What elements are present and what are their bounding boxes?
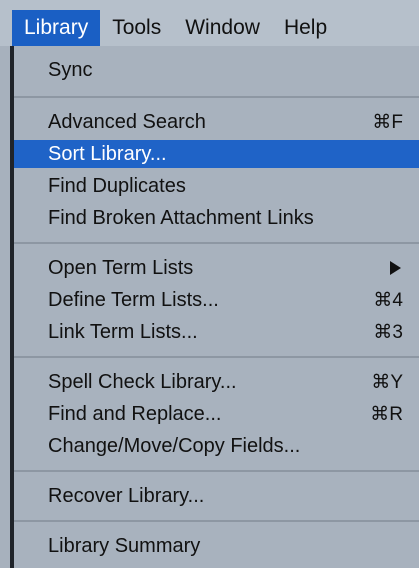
menu-item-open-term-lists[interactable]: Open Term Lists [14, 254, 419, 282]
shortcut-label: ⌘Y [371, 371, 403, 393]
menu-item-label: Spell Check Library... [48, 370, 237, 393]
menu-library[interactable]: Library [12, 10, 101, 46]
menu-tools[interactable]: Tools [100, 10, 173, 46]
menu-item-label: Library Summary [48, 534, 201, 557]
submenu-arrow-icon [390, 261, 401, 275]
menu-item-label: Find Duplicates [48, 174, 186, 197]
menu-separator [14, 520, 419, 522]
menu-separator [14, 470, 419, 472]
menu-item-recover-library[interactable]: Recover Library... [14, 482, 419, 510]
menu-separator [14, 356, 419, 358]
menu-item-label: Open Term Lists [48, 256, 194, 279]
shortcut-label: ⌘R [370, 403, 403, 425]
menu-item-label: Recover Library... [48, 484, 205, 507]
shortcut-label: ⌘3 [373, 321, 403, 343]
menu-item-label: Find Broken Attachment Links [48, 206, 314, 229]
menu-item-define-term-lists[interactable]: Define Term Lists... ⌘4 [14, 286, 419, 314]
menu-item-label: Change/Move/Copy Fields... [48, 434, 301, 457]
menu-item-sync[interactable]: Sync [14, 56, 419, 84]
menu-item-spell-check[interactable]: Spell Check Library... ⌘Y [14, 368, 419, 396]
menu-separator [14, 96, 419, 98]
menu-item-find-duplicates[interactable]: Find Duplicates [14, 172, 419, 200]
menu-item-link-term-lists[interactable]: Link Term Lists... ⌘3 [14, 318, 419, 346]
menu-item-label: Sort Library... [48, 142, 167, 165]
menu-item-label: Sync [48, 58, 93, 81]
menu-item-label: Advanced Search [48, 110, 206, 133]
menu-item-change-fields[interactable]: Change/Move/Copy Fields... [14, 432, 419, 460]
menu-help[interactable]: Help [272, 10, 339, 46]
menu-item-label: Link Term Lists... [48, 320, 198, 343]
menu-item-label: Define Term Lists... [48, 288, 219, 311]
menu-bar: Library Tools Window Help [0, 0, 419, 46]
menu-item-library-summary[interactable]: Library Summary [14, 532, 419, 560]
library-dropdown-menu: Sync Advanced Search ⌘F Sort Library... … [10, 46, 419, 568]
menu-item-find-broken-links[interactable]: Find Broken Attachment Links [14, 204, 419, 232]
shortcut-label: ⌘4 [373, 289, 403, 311]
shortcut-label: ⌘F [372, 111, 403, 133]
menu-item-advanced-search[interactable]: Advanced Search ⌘F [14, 108, 419, 136]
menu-separator [14, 242, 419, 244]
menu-item-sort-library[interactable]: Sort Library... [14, 140, 419, 168]
menu-window[interactable]: Window [173, 10, 272, 46]
menu-item-find-replace[interactable]: Find and Replace... ⌘R [14, 400, 419, 428]
menu-item-label: Find and Replace... [48, 402, 222, 425]
